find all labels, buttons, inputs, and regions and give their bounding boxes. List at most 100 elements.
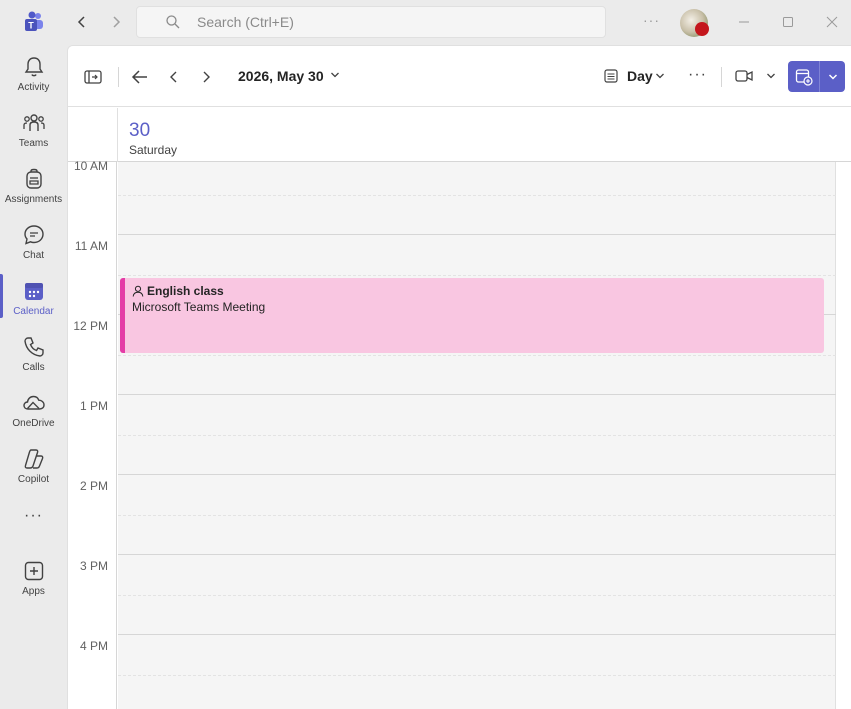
rail-item-label: Activity [17, 82, 50, 93]
minimize-button[interactable] [734, 12, 754, 32]
toolbar-divider [721, 67, 722, 87]
minimize-icon [739, 21, 749, 23]
day-number[interactable]: 30 [129, 120, 150, 142]
video-camera-icon[interactable] [735, 69, 753, 83]
rail-item-onedrive[interactable]: OneDrive [0, 389, 67, 441]
close-icon [826, 16, 838, 28]
chevron-right-icon [113, 16, 121, 28]
time-label: 11 AM [74, 239, 108, 253]
rail-item-label: Apps [22, 586, 45, 597]
half-hour-line [118, 435, 836, 436]
chevron-left-icon [170, 71, 177, 83]
next-day-button[interactable] [196, 66, 216, 88]
event-title-row: English class [132, 284, 224, 298]
day-header: 30 Saturday [68, 108, 851, 162]
time-grid: 10 AM 11 AM 12 PM 1 PM 2 PM 3 PM 4 PM En… [68, 159, 851, 709]
rail-item-calendar[interactable]: Calendar [0, 277, 67, 329]
more-icon: ··· [24, 507, 43, 524]
rail-item-label: Chat [22, 250, 45, 261]
svg-text:T: T [28, 21, 34, 31]
chevron-down-icon[interactable] [330, 70, 340, 80]
close-button[interactable] [822, 12, 842, 32]
phone-icon [23, 337, 44, 357]
chevron-down-icon[interactable] [766, 71, 776, 81]
event-subtitle: Microsoft Teams Meeting [132, 300, 266, 314]
rail-item-chat[interactable]: Chat [0, 221, 67, 273]
chat-icon [23, 225, 44, 245]
forward-button[interactable] [106, 12, 126, 32]
toggle-sidebar-button[interactable] [82, 66, 104, 88]
rail-item-label: Teams [18, 138, 49, 149]
calendar-event[interactable]: English class Microsoft Teams Meeting [120, 278, 824, 353]
half-hour-line [118, 675, 836, 676]
header-divider [117, 108, 118, 162]
half-hour-line [118, 195, 836, 196]
event-color-bar [120, 278, 125, 353]
rail-item-label: OneDrive [12, 418, 55, 429]
scroll-gutter[interactable] [836, 162, 851, 709]
maximize-icon [783, 17, 793, 27]
rail-item-copilot[interactable]: Copilot [0, 445, 67, 497]
calendar-icon [24, 283, 43, 300]
half-hour-line [118, 275, 836, 276]
bell-icon [24, 57, 43, 77]
previous-day-button[interactable] [164, 66, 184, 88]
date-picker-button[interactable]: 2026, May 30 [238, 68, 324, 84]
rail-item-label: Calls [22, 362, 45, 373]
chevron-down-icon [828, 73, 837, 80]
new-meeting-dropdown-button[interactable] [820, 61, 845, 92]
calendar-add-icon [795, 68, 813, 86]
copilot-icon [24, 449, 43, 469]
half-hour-line [118, 515, 836, 516]
maximize-button[interactable] [778, 12, 798, 32]
hour-line [118, 234, 836, 235]
time-column: 10 AM 11 AM 12 PM 1 PM 2 PM 3 PM 4 PM [68, 159, 117, 709]
teams-icon [22, 114, 45, 131]
time-label: 12 PM [73, 319, 108, 333]
event-title: English class [147, 284, 224, 298]
chevron-down-icon[interactable] [655, 71, 665, 81]
hour-line [118, 474, 836, 475]
view-switcher-button[interactable]: Day [627, 68, 653, 84]
search-input[interactable] [197, 14, 557, 30]
time-label: 3 PM [79, 559, 108, 573]
teams-logo-icon[interactable]: T [22, 11, 44, 33]
time-label: 2 PM [79, 479, 108, 493]
rail-item-label: Calendar [13, 306, 54, 317]
calendar-toolbar: 2026, May 30 Day ··· [68, 46, 851, 107]
hour-line [118, 394, 836, 395]
rail-item-calls[interactable]: Calls [0, 333, 67, 385]
rail-item-activity[interactable]: Activity [0, 53, 67, 105]
status-badge [695, 22, 709, 36]
chevron-left-icon [77, 16, 85, 28]
rail-more-button[interactable]: ··· [0, 507, 67, 531]
new-meeting-main-button[interactable] [788, 61, 819, 92]
toolbar-divider [118, 67, 119, 87]
back-button[interactable] [72, 12, 92, 32]
new-meeting-button[interactable] [788, 61, 845, 92]
half-hour-line [118, 355, 836, 356]
search-icon [166, 15, 180, 29]
more-options-button[interactable]: ··· [688, 66, 707, 84]
go-to-today-button[interactable] [129, 66, 151, 88]
person-icon [132, 285, 144, 297]
add-app-icon [24, 561, 43, 581]
rail-item-apps[interactable]: Apps [0, 557, 67, 609]
title-bar: T ··· [0, 0, 851, 45]
time-label: 1 PM [79, 399, 108, 413]
calendar-panel: 2026, May 30 Day ··· 30 Saturday 10 AM 1… [67, 45, 851, 709]
arrow-left-icon [131, 70, 147, 84]
search-bar[interactable] [136, 6, 606, 38]
rail-item-assignments[interactable]: Assignments [0, 165, 67, 217]
time-label: 10 AM [73, 159, 108, 173]
half-hour-line [118, 595, 836, 596]
day-name: Saturday [129, 143, 178, 157]
backpack-icon [25, 168, 42, 189]
day-view-icon[interactable] [604, 69, 618, 83]
app-rail: Activity Teams Assignments Chat Calendar… [0, 45, 67, 709]
rail-item-label: Assignments [4, 194, 63, 205]
hour-line [118, 634, 836, 635]
settings-more-button[interactable]: ··· [643, 12, 660, 28]
chevron-right-icon [203, 71, 210, 83]
rail-item-teams[interactable]: Teams [0, 109, 67, 161]
